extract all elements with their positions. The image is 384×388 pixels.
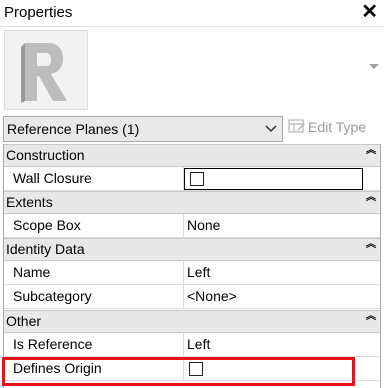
name-value[interactable]: Left — [187, 264, 210, 280]
property-row-wall-closure: Wall Closure — [4, 167, 380, 191]
chevron-down-icon[interactable] — [368, 63, 380, 71]
scrollbar[interactable] — [363, 144, 380, 388]
wall-closure-value-cell[interactable] — [184, 168, 363, 190]
section-label: Extents — [6, 194, 53, 210]
properties-grid: Construction ︽ Wall Closure Extents ︽ Sc… — [3, 144, 381, 388]
property-name: Is Reference — [13, 336, 93, 352]
column-divider — [183, 285, 184, 309]
section-extents[interactable]: Extents ︽ — [4, 191, 380, 214]
type-selector-row: Reference Planes (1) Edit Type — [0, 114, 384, 144]
section-identity-data[interactable]: Identity Data ︽ — [4, 238, 380, 261]
property-name: Name — [13, 264, 51, 280]
type-preview — [0, 26, 384, 112]
column-divider — [183, 214, 184, 238]
property-name: Wall Closure — [13, 170, 92, 186]
section-label: Identity Data — [6, 241, 85, 257]
subcategory-value[interactable]: <None> — [187, 288, 237, 304]
type-selector-value: Reference Planes (1) — [7, 121, 140, 137]
properties-titlebar: Properties ✕ — [0, 0, 384, 26]
section-other[interactable]: Other ︽ — [4, 310, 380, 333]
column-divider — [183, 333, 184, 357]
revit-logo — [21, 43, 67, 103]
section-label: Construction — [6, 147, 85, 163]
section-label: Other — [6, 313, 42, 329]
type-thumbnail — [4, 30, 88, 110]
property-row-scope-box[interactable]: Scope Box None — [4, 214, 380, 238]
edit-type-icon — [288, 119, 305, 133]
wall-closure-checkbox[interactable] — [190, 172, 204, 186]
is-reference-value[interactable]: Left — [187, 336, 210, 352]
chevron-down-icon — [265, 125, 277, 133]
property-name: Subcategory — [13, 288, 92, 304]
type-selector-dropdown[interactable]: Reference Planes (1) — [3, 116, 283, 142]
section-construction[interactable]: Construction ︽ — [4, 144, 380, 167]
close-icon[interactable]: ✕ — [361, 1, 378, 23]
panel-title: Properties — [4, 4, 73, 21]
property-row-name[interactable]: Name Left — [4, 261, 380, 285]
property-row-is-reference[interactable]: Is Reference Left — [4, 333, 380, 357]
property-name: Scope Box — [13, 217, 81, 233]
edit-type-button[interactable]: Edit Type — [288, 119, 366, 135]
property-row-subcategory[interactable]: Subcategory <None> — [4, 285, 380, 309]
edit-type-label: Edit Type — [308, 119, 367, 135]
highlight-box — [2, 357, 355, 386]
scope-box-value[interactable]: None — [187, 217, 220, 233]
column-divider — [183, 261, 184, 285]
